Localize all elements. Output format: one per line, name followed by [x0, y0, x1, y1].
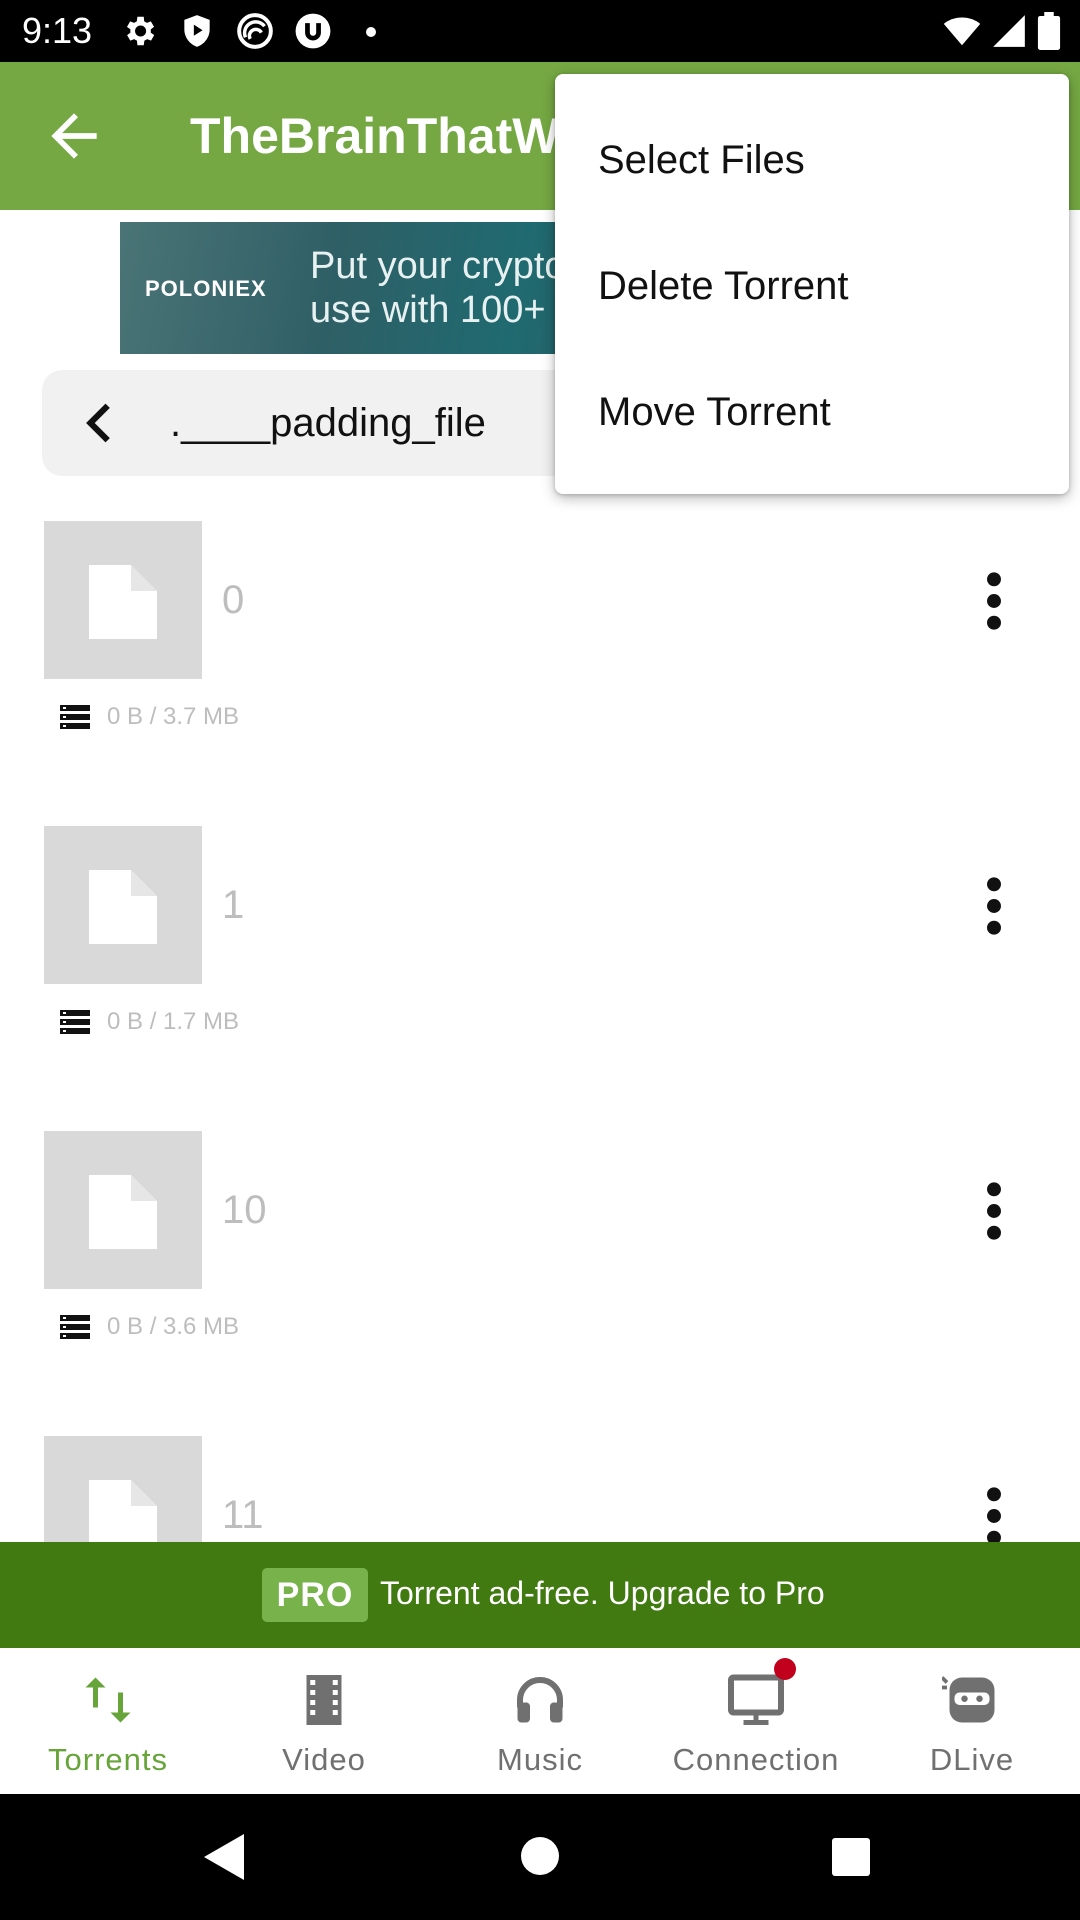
- nav-label: Torrents: [48, 1742, 168, 1777]
- status-time: 9:13: [22, 10, 93, 51]
- back-arrow-icon[interactable]: [40, 102, 108, 170]
- menu-item-label: Move Torrent: [598, 390, 831, 434]
- file-thumbnail: [44, 521, 202, 679]
- storage-icon: [60, 1010, 90, 1034]
- more-vert-icon[interactable]: [970, 875, 1018, 937]
- status-bar: 9:13: [0, 0, 1080, 62]
- list-item[interactable]: 11: [0, 1391, 1080, 1542]
- file-size: 0 B / 1.7 MB: [107, 1008, 240, 1035]
- file-list: 0 0 B / 3.7 MB 1 0 B / 1.7 MB 10 0 B / 3…: [0, 476, 1080, 1542]
- menu-item-move-torrent[interactable]: Move Torrent: [555, 348, 1069, 474]
- upgrade-pro-banner[interactable]: PRO Torrent ad-free. Upgrade to Pro: [0, 1542, 1080, 1648]
- file-icon: [89, 1480, 157, 1542]
- system-back-icon[interactable]: [204, 1834, 244, 1880]
- file-name: 0: [222, 578, 245, 622]
- system-nav-bar: [0, 1794, 1080, 1920]
- menu-item-label: Select Files: [598, 138, 805, 182]
- ad-logo: POLONIEX: [145, 276, 267, 301]
- file-name: 10: [222, 1188, 267, 1232]
- file-thumbnail: [44, 1131, 202, 1289]
- pro-badge: PRO: [262, 1568, 368, 1622]
- pro-banner-text: Torrent ad-free. Upgrade to Pro: [380, 1575, 825, 1611]
- notification-badge: [774, 1658, 796, 1680]
- nav-item-connection[interactable]: Connection: [648, 1648, 864, 1794]
- nav-label: Connection: [672, 1742, 840, 1777]
- battery-icon: [1037, 12, 1061, 50]
- file-size: 0 B / 3.7 MB: [107, 703, 240, 730]
- file-thumbnail: [44, 1436, 202, 1542]
- menu-item-delete-torrent[interactable]: Delete Torrent: [555, 222, 1069, 348]
- more-vert-icon[interactable]: [970, 1180, 1018, 1242]
- monitor-icon: [728, 1674, 784, 1725]
- cell-signal-icon: [993, 15, 1025, 47]
- file-icon: [89, 565, 157, 639]
- file-name: 11: [222, 1493, 264, 1537]
- list-item[interactable]: 10 0 B / 3.6 MB: [0, 1086, 1080, 1391]
- nav-item-dlive[interactable]: DLive: [864, 1648, 1080, 1794]
- nav-item-torrents[interactable]: Torrents: [0, 1648, 216, 1794]
- notification-dot-icon: [366, 27, 376, 37]
- list-item[interactable]: 0 0 B / 3.7 MB: [0, 476, 1080, 781]
- menu-item-select-files[interactable]: Select Files: [555, 96, 1069, 222]
- file-name: 1: [222, 883, 245, 927]
- file-icon: [89, 1175, 157, 1249]
- chevron-left-icon[interactable]: [80, 400, 120, 446]
- film-icon: [306, 1675, 342, 1725]
- file-thumbnail: [44, 826, 202, 984]
- transfer-arrows-icon: [85, 1677, 131, 1723]
- nav-label: Video: [282, 1742, 366, 1777]
- nav-item-video[interactable]: Video: [216, 1648, 432, 1794]
- more-vert-icon[interactable]: [970, 1485, 1018, 1542]
- file-icon: [89, 870, 157, 944]
- dlive-ninja-icon: [942, 1676, 995, 1723]
- storage-icon: [60, 1315, 90, 1339]
- nav-item-music[interactable]: Music: [432, 1648, 648, 1794]
- storage-icon: [60, 705, 90, 729]
- signal-swirl-icon: [237, 13, 273, 49]
- shield-play-icon: [184, 15, 210, 47]
- overflow-menu: Select Files Delete Torrent Move Torrent: [555, 74, 1069, 494]
- utorrent-icon: [295, 13, 331, 49]
- headphones-icon: [517, 1677, 563, 1723]
- menu-item-label: Delete Torrent: [598, 264, 849, 308]
- settings-icon: [126, 16, 155, 46]
- more-vert-icon[interactable]: [970, 570, 1018, 632]
- system-recents-icon[interactable]: [832, 1838, 870, 1876]
- file-size: 0 B / 3.6 MB: [107, 1313, 240, 1340]
- system-home-icon[interactable]: [520, 1836, 560, 1876]
- nav-label: Music: [497, 1742, 583, 1777]
- bottom-nav: Torrents Video Music Connection DLive: [0, 1648, 1080, 1794]
- wifi-icon: [943, 17, 981, 46]
- breadcrumb-label: .____padding_file: [170, 401, 486, 445]
- nav-label: DLive: [929, 1742, 1015, 1777]
- list-item[interactable]: 1 0 B / 1.7 MB: [0, 781, 1080, 1086]
